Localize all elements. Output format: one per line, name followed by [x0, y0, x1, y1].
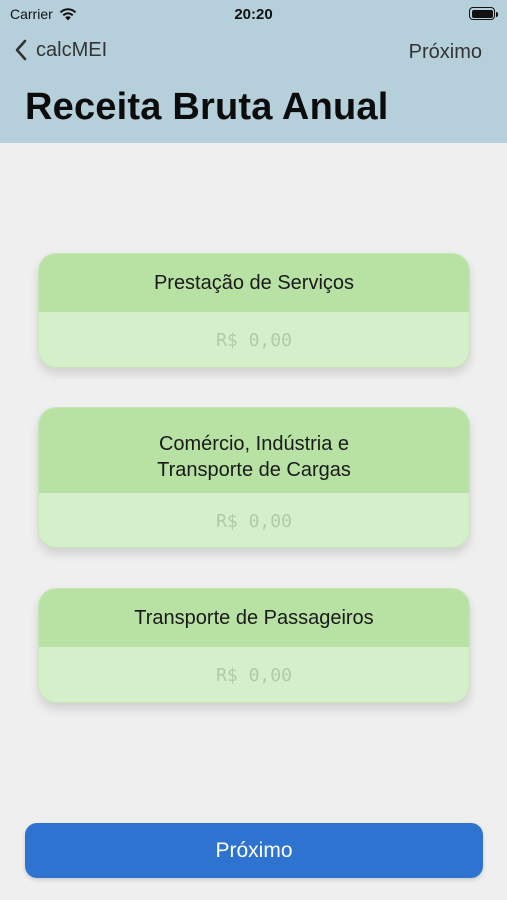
- card-services-body: [39, 312, 469, 367]
- nav-next-button[interactable]: Próximo: [409, 41, 482, 64]
- clock: 20:20: [234, 6, 273, 23]
- services-amount-input[interactable]: [39, 312, 469, 367]
- next-button[interactable]: Próximo: [25, 823, 483, 878]
- back-button[interactable]: calcMEI: [14, 38, 107, 62]
- battery-icon: [469, 7, 498, 20]
- chevron-left-icon: [15, 39, 27, 61]
- commerce-amount-input[interactable]: [39, 493, 469, 547]
- card-commerce-header: Comércio, Indústria e Transporte de Carg…: [39, 408, 469, 493]
- card-services-header: Prestação de Serviços: [39, 254, 469, 312]
- card-passengers-title: Transporte de Passageiros: [134, 607, 374, 629]
- card-commerce: Comércio, Indústria e Transporte de Carg…: [38, 407, 470, 548]
- card-services: Prestação de Serviços: [38, 253, 470, 368]
- card-commerce-title-line2: Transporte de Cargas: [157, 458, 351, 481]
- page-title: Receita Bruta Anual: [25, 86, 389, 128]
- status-bar: Carrier 20:20: [0, 0, 507, 28]
- navigation-header: Carrier 20:20 calcMEI Próximo Receita Br…: [0, 0, 507, 143]
- card-commerce-body: [39, 493, 469, 547]
- back-button-label: calcMEI: [36, 38, 108, 61]
- passengers-amount-input[interactable]: [39, 647, 469, 702]
- card-passengers-body: [39, 647, 469, 702]
- card-passengers: Transporte de Passageiros: [38, 588, 470, 703]
- card-passengers-header: Transporte de Passageiros: [39, 589, 469, 647]
- card-services-title: Prestação de Serviços: [153, 272, 355, 294]
- card-commerce-title-line1: Comércio, Indústria e: [158, 432, 350, 455]
